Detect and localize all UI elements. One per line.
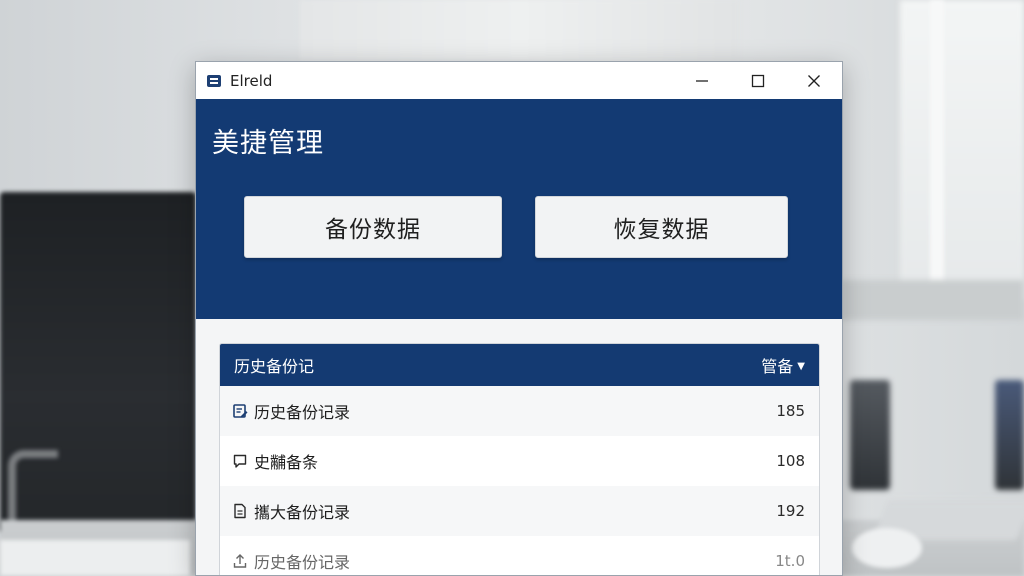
history-row[interactable]: 历史备份记录 185 bbox=[220, 386, 819, 436]
minimize-button[interactable] bbox=[674, 62, 730, 99]
comment-icon bbox=[232, 453, 248, 469]
restore-data-button[interactable]: 恢复数据 bbox=[535, 196, 788, 258]
history-row-count: 108 bbox=[776, 452, 805, 470]
backup-data-button[interactable]: 备份数据 bbox=[244, 196, 502, 258]
window-controls bbox=[674, 62, 842, 99]
history-row-label: 历史备份记录 bbox=[254, 403, 351, 422]
history-list: 历史备份记录 185 史黼备条 108 攜大备份记录 192 历史备份记录 1t… bbox=[220, 386, 819, 575]
close-button[interactable] bbox=[786, 62, 842, 99]
history-header: 历史备份记 管备 ▼ bbox=[220, 344, 819, 386]
history-row-label: 历史备份记录 bbox=[254, 553, 351, 572]
history-row-count: 185 bbox=[776, 402, 805, 420]
document-icon bbox=[232, 503, 248, 519]
history-filter-dropdown[interactable]: 管备 ▼ bbox=[761, 353, 805, 377]
background-chair-arm bbox=[8, 450, 58, 530]
background-window-frame bbox=[930, 0, 944, 300]
history-row-count: 192 bbox=[776, 502, 805, 520]
app-window: Elreld 美捷管理 备份数据 恢复数据 历史备份记 管备 ▼ 历史备份记录 … bbox=[195, 61, 843, 576]
title-bar[interactable]: Elreld bbox=[196, 62, 842, 99]
backup-history-panel: 历史备份记 管备 ▼ 历史备份记录 185 史黼备条 108 攜大备份记录 19… bbox=[219, 343, 820, 575]
close-icon bbox=[807, 74, 821, 88]
background-panel bbox=[300, 0, 740, 60]
history-row[interactable]: 攜大备份记录 192 bbox=[220, 486, 819, 536]
maximize-button[interactable] bbox=[730, 62, 786, 99]
history-row-label: 史黼备条 bbox=[254, 453, 319, 472]
history-filter-label: 管备 bbox=[761, 357, 794, 376]
upload-icon bbox=[232, 553, 248, 569]
page-title: 美捷管理 bbox=[212, 128, 324, 159]
history-row-label: 攜大备份记录 bbox=[254, 503, 351, 522]
hero-panel: 美捷管理 备份数据 恢复数据 bbox=[196, 99, 842, 319]
window-title: Elreld bbox=[230, 71, 273, 90]
history-row[interactable]: 历史备份记录 1t.0 bbox=[220, 536, 819, 575]
chevron-down-icon: ▼ bbox=[797, 360, 805, 372]
minimize-icon bbox=[695, 74, 709, 88]
history-row-count: 1t.0 bbox=[775, 552, 805, 570]
background-pen-holder bbox=[850, 380, 890, 490]
background-mouse bbox=[852, 528, 922, 568]
history-title: 历史备份记 bbox=[234, 357, 315, 376]
document-edit-icon bbox=[232, 403, 248, 419]
app-logo-icon bbox=[206, 73, 222, 89]
background-pen-holder-right bbox=[995, 380, 1024, 490]
background-sill bbox=[840, 280, 1024, 320]
maximize-icon bbox=[751, 74, 765, 88]
background-papers bbox=[0, 540, 190, 576]
background-window bbox=[900, 0, 1024, 300]
history-row[interactable]: 史黼备条 108 bbox=[220, 436, 819, 486]
